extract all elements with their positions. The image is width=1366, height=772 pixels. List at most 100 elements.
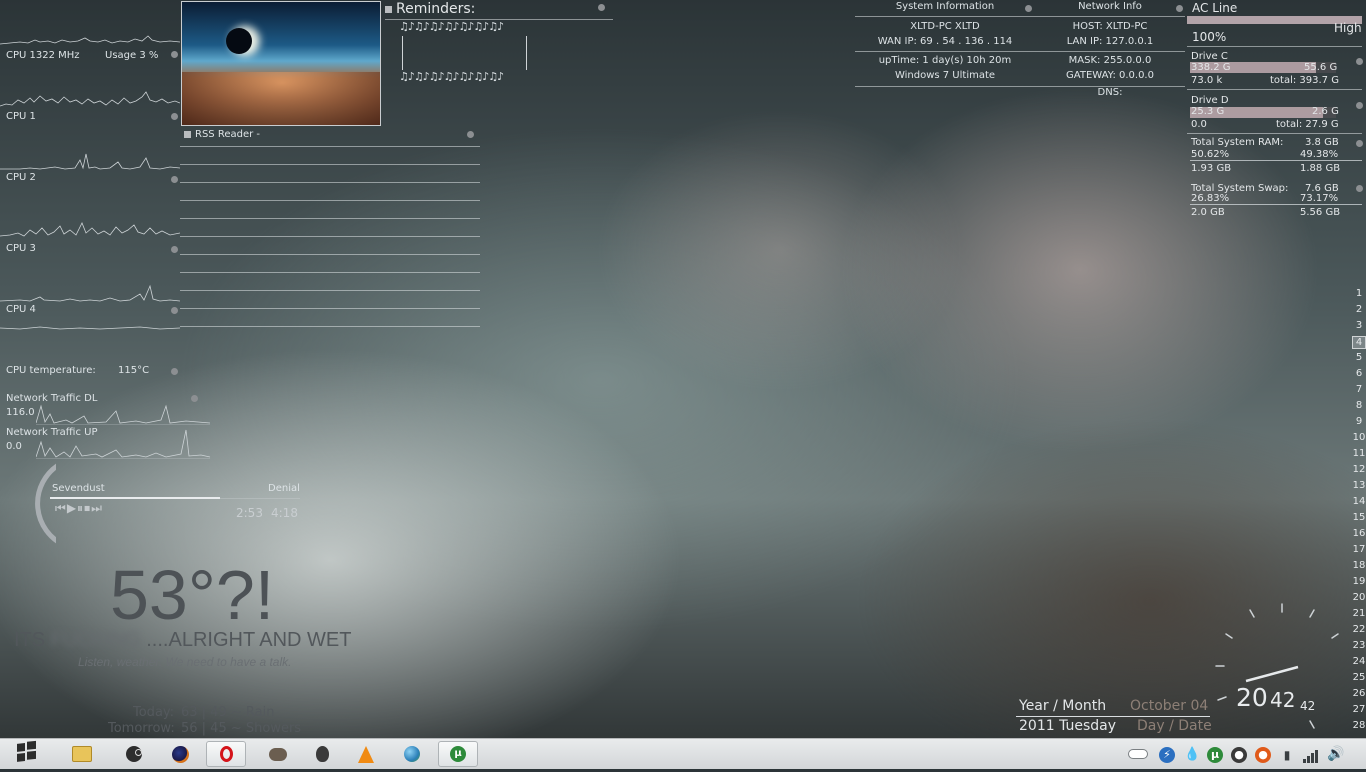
swap-dot[interactable] (1356, 185, 1363, 192)
reminders-title: Reminders: (396, 1, 476, 17)
ram-total: 3.8 GB (1305, 137, 1339, 148)
calendar-day[interactable]: 6 (1352, 368, 1366, 379)
rss-line-10[interactable] (180, 308, 480, 309)
reminders-dot[interactable] (598, 4, 605, 11)
alienware-icon[interactable] (302, 741, 342, 767)
play-icon[interactable]: ▶ (67, 501, 77, 515)
vlc-icon[interactable] (346, 741, 386, 767)
rss-line-11[interactable] (180, 326, 480, 327)
calendar-day[interactable]: 19 (1352, 576, 1366, 587)
rss-title: RSS Reader - (195, 129, 260, 140)
drive-d-dot[interactable] (1356, 102, 1363, 109)
weather-tagline: Listen, weather. We need to have a talk. (78, 655, 292, 669)
media-progress-track[interactable] (50, 497, 300, 499)
next-icon[interactable]: ⏭ (91, 501, 103, 515)
toggle-icon[interactable] (1128, 749, 1148, 759)
cpu4-label: CPU 4 (6, 304, 36, 315)
date-divider (1016, 716, 1210, 717)
sysinfo-dot[interactable] (1025, 5, 1032, 12)
net-dl-graph (36, 404, 210, 424)
power-level: High (1334, 21, 1362, 35)
opera-icon[interactable] (206, 741, 246, 767)
cpu1-dot[interactable] (171, 113, 178, 120)
calendar-day[interactable]: 5 (1352, 352, 1366, 363)
calendar-day[interactable]: 9 (1352, 416, 1366, 427)
notification-tray-icon[interactable]: ● (1255, 747, 1271, 763)
power-title: AC Line (1192, 1, 1238, 15)
calendar-day[interactable]: 3 (1352, 320, 1366, 331)
steam-icon[interactable] (114, 741, 154, 767)
droplet-icon[interactable]: 💧 (1184, 747, 1200, 763)
calendar-day[interactable]: 11 (1352, 448, 1366, 459)
gimp-icon[interactable] (258, 741, 298, 767)
ram-free: 1.88 GB (1300, 163, 1341, 174)
rss-line-6[interactable] (180, 236, 480, 237)
utorrent-tray-icon[interactable]: µ (1207, 747, 1223, 763)
calendar-day[interactable]: 1 (1352, 288, 1366, 299)
clipboard-icon[interactable]: ▮ (1279, 747, 1295, 763)
calendar-day[interactable]: 12 (1352, 464, 1366, 475)
weather-headline: ITS FUCKING ....ALRIGHT AND WET (14, 629, 351, 652)
alienware-tray-icon[interactable]: ● (1231, 747, 1247, 763)
netinfo-mask: MASK: 255.0.0.0 (1068, 55, 1152, 66)
photo-frame[interactable] (181, 1, 381, 126)
reminders-frame-left (402, 36, 403, 70)
calendar-day[interactable]: 18 (1352, 560, 1366, 571)
sysinfo-host: XLTD-PC XLTD (910, 21, 980, 32)
rss-line-5[interactable] (180, 218, 480, 219)
cpu2-label: CPU 2 (6, 172, 36, 183)
utorrent-icon[interactable]: µ (438, 741, 478, 767)
drive-c-dot[interactable] (1356, 58, 1363, 65)
calendar-day[interactable]: 14 (1352, 496, 1366, 507)
date-day-date-label: Day / Date (1137, 718, 1212, 734)
cpu3-dot[interactable] (171, 246, 178, 253)
windows-start-orb[interactable] (6, 740, 46, 768)
swap-free: 5.56 GB (1300, 207, 1341, 218)
cpu4-dot[interactable] (171, 307, 178, 314)
rss-line-8[interactable] (180, 272, 480, 273)
reminders-notes-top: ♫♪♫♪♫♪♫♪♫♪♫♪♫♪ (399, 20, 504, 33)
calendar-day[interactable]: 15 (1352, 512, 1366, 523)
rss-line-7[interactable] (180, 254, 480, 255)
cpu2-dot[interactable] (171, 176, 178, 183)
network-globe-icon[interactable] (392, 741, 432, 767)
firefox-icon[interactable] (160, 741, 200, 767)
rss-dot[interactable] (467, 131, 474, 138)
rss-line-1[interactable] (180, 146, 480, 147)
signal-strength-icon[interactable] (1303, 748, 1319, 767)
cpu-temp-dot[interactable] (171, 368, 178, 375)
rss-line-9[interactable] (180, 290, 480, 291)
rss-line-4[interactable] (180, 200, 480, 201)
ram-dot[interactable] (1356, 140, 1363, 147)
cpu-usage-label: Usage 3 % (105, 50, 159, 61)
cpu-total-graph (0, 35, 180, 45)
calendar-day[interactable]: 7 (1352, 384, 1366, 395)
calendar-day[interactable]: 10 (1352, 432, 1366, 443)
reminders-notes-bottom: ♫♪♫♪♫♪♫♪♫♪♫♪♫♪ (399, 70, 504, 83)
pause-icon[interactable]: ⏸ (77, 501, 84, 515)
calendar-day[interactable]: 17 (1352, 544, 1366, 555)
drive-d-total: total: 27.9 G (1276, 119, 1339, 130)
lightning-icon[interactable]: ⚡ (1159, 747, 1175, 763)
cpu-settings-dot[interactable] (171, 51, 178, 58)
calendar-day[interactable]: 13 (1352, 480, 1366, 491)
netinfo-dot[interactable] (1176, 5, 1183, 12)
calendar-day-today[interactable]: 4 (1352, 336, 1366, 349)
drive-c-io: 73.0 k (1191, 75, 1223, 86)
sysinfo-wan-ip: WAN IP: 69 . 54 . 136 . 114 (877, 36, 1013, 47)
weather-temp: 53°?! (110, 556, 275, 634)
calendar-day[interactable]: 16 (1352, 528, 1366, 539)
calendar-day[interactable]: 2 (1352, 304, 1366, 315)
volume-icon[interactable]: 🔊 (1327, 746, 1344, 762)
date-year-weekday: 2011 Tuesday (1019, 718, 1117, 734)
cloud-layer (182, 72, 380, 125)
calendar-day[interactable]: 8 (1352, 400, 1366, 411)
rss-line-2[interactable] (180, 164, 480, 165)
reminders-frame-right (526, 36, 527, 70)
weather-headline-b: ....ALRIGHT AND WET (146, 629, 352, 651)
previous-icon[interactable]: ⏮ (55, 501, 67, 515)
net-up-graph (36, 429, 210, 458)
weather-headline-blurred: FUCKING (50, 629, 141, 651)
rss-line-3[interactable] (180, 182, 480, 183)
explorer-icon[interactable] (62, 741, 102, 767)
